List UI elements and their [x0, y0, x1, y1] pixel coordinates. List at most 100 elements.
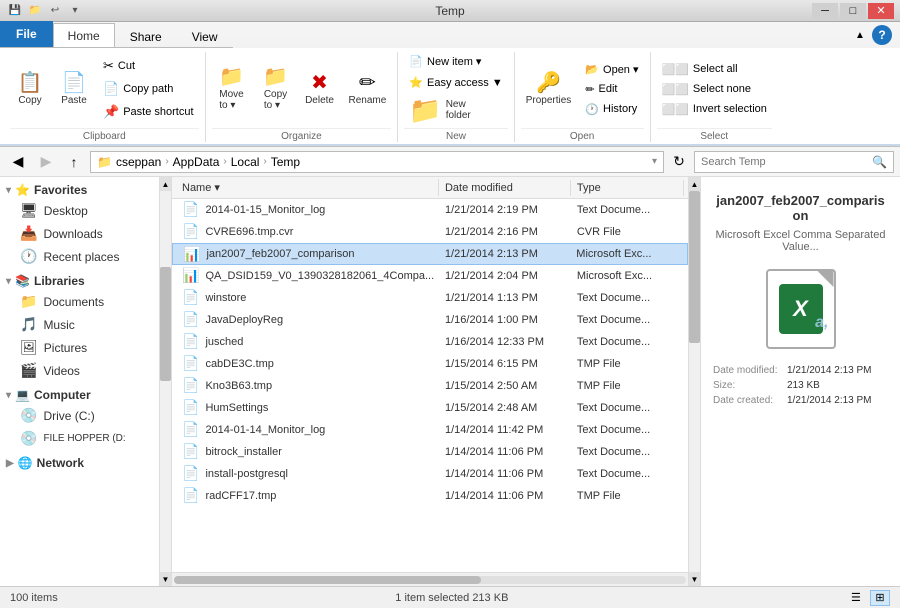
cut-button[interactable]: ✂Cut: [98, 55, 199, 77]
path-part-appdata: AppData: [173, 155, 220, 169]
folder-quickaccess-btn[interactable]: 📁: [26, 2, 44, 20]
pictures-label: Pictures: [44, 341, 87, 355]
minimize-button[interactable]: ─: [812, 3, 838, 19]
nav-section-computer-header[interactable]: ▾ 💻 Computer: [0, 386, 159, 404]
history-button[interactable]: 🕐History: [580, 100, 643, 119]
nav-item-music[interactable]: 🎵 Music: [0, 313, 159, 336]
new-folder-button[interactable]: 📁 Newfolder: [404, 94, 475, 126]
search-input[interactable]: [701, 156, 868, 168]
excel-x-letter: X: [793, 296, 808, 322]
table-row[interactable]: 📄 2014-01-14_Monitor_log 1/14/2014 11:42…: [172, 419, 688, 441]
refresh-button[interactable]: ↻: [668, 151, 690, 173]
tab-share[interactable]: Share: [115, 25, 177, 47]
file-scroll-down[interactable]: ▼: [689, 572, 700, 586]
forward-button[interactable]: ▶: [34, 151, 58, 173]
col-header-type[interactable]: Type: [571, 180, 684, 196]
horizontal-scrollbar[interactable]: [172, 572, 688, 586]
copy-path-button[interactable]: 📄Copy path: [98, 78, 199, 100]
table-row[interactable]: 📄 bitrock_installer 1/14/2014 11:06 PM T…: [172, 441, 688, 463]
col-header-name[interactable]: Name ▾: [176, 179, 439, 196]
nav-item-drive-c[interactable]: 💿 Drive (C:): [0, 404, 159, 427]
nav-item-downloads[interactable]: 📥 Downloads: [0, 222, 159, 245]
ribbon-group-new: 📄 New item ▾ ⭐ Easy access ▼ 📁 Newfolder…: [398, 52, 514, 142]
file-date-cell: 1/14/2014 11:06 PM: [439, 446, 571, 458]
delete-button[interactable]: ✖ Delete: [300, 70, 340, 109]
file-type-cell: Text Docume...: [571, 446, 684, 458]
up-button[interactable]: ↑: [62, 151, 86, 173]
edit-button[interactable]: ✏Edit: [580, 80, 643, 99]
file-type-cell: Text Docume...: [571, 402, 684, 414]
nav-item-pictures[interactable]: 🖼 Pictures: [0, 336, 159, 359]
table-row[interactable]: 📄 jusched 1/16/2014 12:33 PM Text Docume…: [172, 331, 688, 353]
table-row[interactable]: 📄 cabDE3C.tmp 1/15/2014 6:15 PM TMP File: [172, 353, 688, 375]
copy-button[interactable]: 📋 Copy: [10, 70, 50, 109]
nav-section-libraries-header[interactable]: ▾ 📚 Libraries: [0, 272, 159, 290]
help-button[interactable]: ?: [872, 25, 892, 45]
file-list: 📄 2014-01-15_Monitor_log 1/21/2014 2:19 …: [172, 199, 688, 572]
table-row[interactable]: 📄 winstore 1/21/2014 1:13 PM Text Docume…: [172, 287, 688, 309]
details-view-button[interactable]: ☰: [846, 590, 866, 606]
nav-section-network-header[interactable]: ▶ 🌐 Network: [0, 454, 159, 472]
tab-file[interactable]: File: [0, 21, 53, 47]
back-button[interactable]: ◀: [6, 151, 30, 173]
file-name-text: bitrock_installer: [205, 446, 281, 458]
table-row[interactable]: 📄 HumSettings 1/15/2014 2:48 AM Text Doc…: [172, 397, 688, 419]
paste-button[interactable]: 📄 Paste: [54, 70, 94, 109]
tab-view[interactable]: View: [177, 25, 233, 47]
move-to-button[interactable]: 📁 Moveto ▾: [212, 64, 252, 114]
col-header-date[interactable]: Date modified: [439, 180, 571, 196]
date-created-label: Date created:: [713, 395, 783, 406]
table-row[interactable]: 📄 JavaDeployReg 1/16/2014 1:00 PM Text D…: [172, 309, 688, 331]
table-row[interactable]: 📄 radCFF17.tmp 1/14/2014 11:06 PM TMP Fi…: [172, 485, 688, 507]
easy-access-icon: ⭐: [409, 76, 423, 89]
new-item-button[interactable]: 📄 New item ▾: [404, 52, 486, 71]
file-name-cell: 📄 2014-01-14_Monitor_log: [176, 421, 439, 438]
table-row[interactable]: 📄 Kno3B63.tmp 1/15/2014 2:50 AM TMP File: [172, 375, 688, 397]
file-list-scrollbar[interactable]: ▲ ▼: [688, 177, 700, 586]
nav-scroll-up[interactable]: ▲: [160, 177, 171, 191]
tab-home[interactable]: Home: [53, 23, 115, 47]
easy-access-button[interactable]: ⭐ Easy access ▼: [404, 73, 507, 92]
table-row[interactable]: 📄 install-postgresql 1/14/2014 11:06 PM …: [172, 463, 688, 485]
file-name-cell: 📄 jusched: [176, 333, 439, 350]
new-folder-icon: 📁: [409, 97, 441, 123]
table-row[interactable]: 📄 CVRE696.tmp.cvr 1/21/2014 2:16 PM CVR …: [172, 221, 688, 243]
copy-to-button[interactable]: 📁 Copyto ▾: [256, 64, 296, 114]
nav-item-videos[interactable]: 🎬 Videos: [0, 359, 159, 382]
list-view-button[interactable]: ⊞: [870, 590, 890, 606]
file-type-cell: Text Docume...: [571, 424, 684, 436]
quickaccess-dropdown-btn[interactable]: ▾: [66, 2, 84, 20]
file-name-text: HumSettings: [205, 402, 268, 414]
address-path[interactable]: 📁 cseppan › AppData › Local › Temp ▾: [90, 151, 664, 173]
undo-quickaccess-btn[interactable]: ↩: [46, 2, 64, 20]
downloads-label: Downloads: [43, 227, 102, 241]
select-none-button[interactable]: ⬜⬜Select none: [657, 80, 772, 99]
select-all-button[interactable]: ⬜⬜Select all: [657, 60, 772, 79]
ribbon-collapse-btn[interactable]: ▲: [848, 24, 872, 46]
open-button[interactable]: 📂Open ▾: [580, 60, 643, 79]
status-selection: 1 item selected 213 KB: [395, 592, 508, 604]
nav-item-documents[interactable]: 📁 Documents: [0, 290, 159, 313]
nav-item-file-hopper[interactable]: 💿 FILE HOPPER (D:: [0, 427, 159, 450]
nav-item-recent-places[interactable]: 🕐 Recent places: [0, 245, 159, 268]
table-row[interactable]: 📊 jan2007_feb2007_comparison 1/21/2014 2…: [172, 243, 688, 265]
table-row[interactable]: 📄 2014-01-15_Monitor_log 1/21/2014 2:19 …: [172, 199, 688, 221]
save-quickaccess-btn[interactable]: 💾: [6, 2, 24, 20]
nav-scrollbar[interactable]: ▲ ▼: [160, 177, 172, 586]
nav-item-desktop[interactable]: 🖥 Desktop: [0, 199, 159, 222]
title-bar: 💾 📁 ↩ ▾ Temp ─ □ ✕: [0, 0, 900, 22]
close-button[interactable]: ✕: [868, 3, 894, 19]
drive-c-label: Drive (C:): [43, 409, 94, 423]
nav-section-favorites-header[interactable]: ▾ ⭐ Favorites: [0, 181, 159, 199]
file-name-text: cabDE3C.tmp: [205, 358, 273, 370]
rename-button[interactable]: ✏ Rename: [344, 70, 392, 109]
file-scroll-up[interactable]: ▲: [689, 177, 700, 191]
clipboard-label: Clipboard: [10, 128, 199, 142]
paste-shortcut-button[interactable]: 📌Paste shortcut: [98, 101, 199, 123]
properties-button[interactable]: 🔑 Properties: [521, 70, 577, 109]
invert-selection-button[interactable]: ⬜⬜Invert selection: [657, 100, 772, 119]
nav-scroll-down[interactable]: ▼: [160, 572, 171, 586]
table-row[interactable]: 📊 QA_DSID159_V0_1390328182061_4Compa... …: [172, 265, 688, 287]
size-label: Size:: [713, 380, 783, 391]
maximize-button[interactable]: □: [840, 3, 866, 19]
